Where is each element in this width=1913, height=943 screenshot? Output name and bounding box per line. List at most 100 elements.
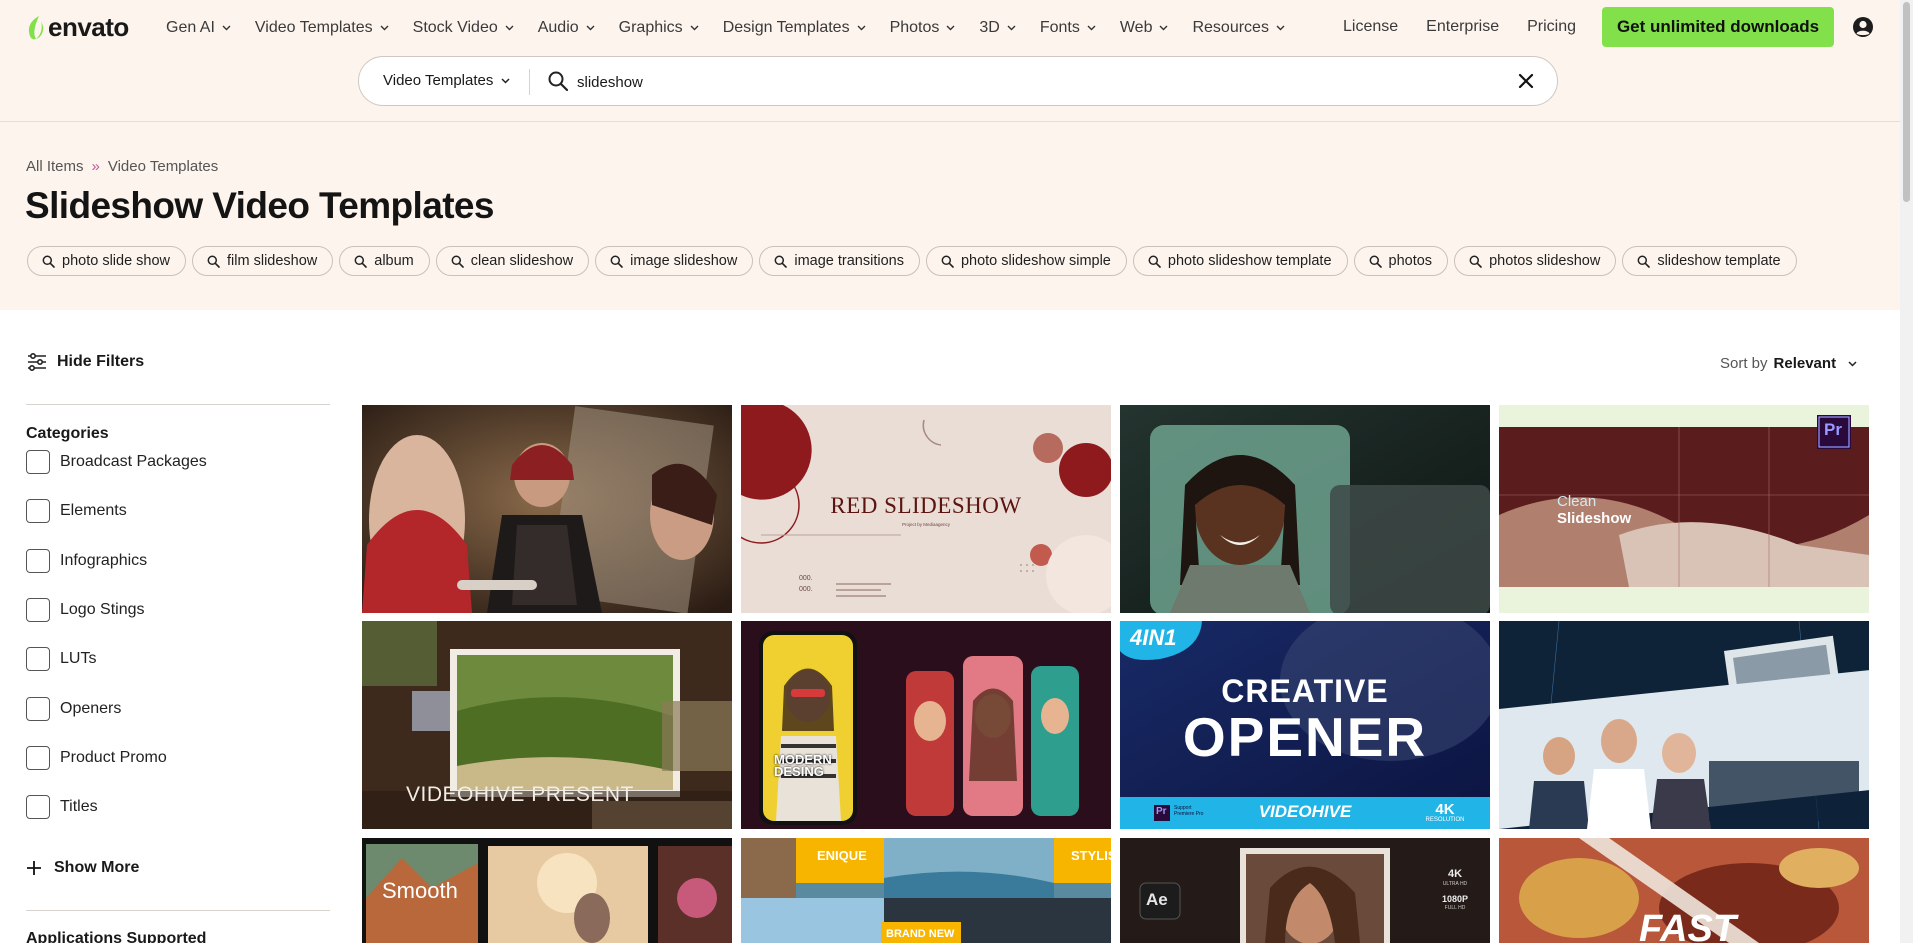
envato-leaf-icon <box>28 15 44 39</box>
category-filter-titles[interactable]: Titles <box>26 795 98 820</box>
nav-item-design-templates[interactable]: Design Templates <box>723 18 866 38</box>
breadcrumb-all-items[interactable]: All Items <box>26 158 84 175</box>
nav-item-graphics[interactable]: Graphics <box>619 18 699 38</box>
related-search-tag[interactable]: photos <box>1353 246 1449 276</box>
chevron-down-icon <box>1007 25 1016 31</box>
item-thumbnail[interactable]: Pr Clean Slideshow <box>1499 405 1869 613</box>
search-icon <box>207 255 220 268</box>
category-filter-product-promo[interactable]: Product Promo <box>26 745 167 770</box>
category-filter-luts[interactable]: LUTs <box>26 647 96 672</box>
category-checkbox[interactable] <box>26 795 50 820</box>
thumbnail-image <box>1120 405 1490 613</box>
nav-item-fonts[interactable]: Fonts <box>1040 18 1096 38</box>
category-checkbox[interactable] <box>26 745 50 770</box>
search-category-dropdown[interactable]: Video Templates <box>383 72 510 89</box>
category-checkbox[interactable] <box>26 499 50 524</box>
thumbnail-title: Smooth <box>382 878 458 903</box>
thumbnail-number: 000. <box>799 586 813 593</box>
item-thumbnail[interactable]: RED SLIDESHOW Project by Mediaagency 000… <box>741 405 1111 613</box>
thumbnail-subtitle: DESING <box>774 764 824 779</box>
item-thumbnail[interactable] <box>1499 621 1869 829</box>
nav-item-gen-ai[interactable]: Gen AI <box>166 18 231 38</box>
nav-item-video-templates[interactable]: Video Templates <box>255 18 389 38</box>
thumbnail-resolution-label: ULTRA HD <box>1442 881 1468 887</box>
category-filter-elements[interactable]: Elements <box>26 499 127 524</box>
category-checkbox[interactable] <box>26 696 50 721</box>
nav-item-3d[interactable]: 3D <box>979 18 1016 38</box>
hide-filters-label: Hide Filters <box>57 353 145 370</box>
category-checkbox[interactable] <box>26 450 50 474</box>
item-thumbnail[interactable]: VIDEOHIVE PRESENT <box>362 621 732 829</box>
sort-label: Sort by <box>1720 355 1768 372</box>
item-thumbnail[interactable] <box>362 405 732 613</box>
thumbnail-resolution-label: FULL HD <box>1444 905 1466 911</box>
item-thumbnail[interactable]: ENIQUE STYLIS BRAND NEW <box>741 838 1111 943</box>
pricing-link[interactable]: Pricing <box>1527 18 1576 36</box>
sort-dropdown[interactable]: Sort by Relevant <box>1720 355 1857 372</box>
close-icon[interactable] <box>1517 72 1535 90</box>
category-checkbox[interactable] <box>26 548 50 573</box>
envato-logo[interactable]: envato <box>26 12 129 43</box>
category-filter-openers[interactable]: Openers <box>26 696 121 721</box>
related-search-tag[interactable]: slideshow template <box>1622 246 1797 276</box>
nav-item-audio[interactable]: Audio <box>538 18 595 38</box>
filter-sliders-icon <box>28 353 46 371</box>
item-thumbnail[interactable]: FAST <box>1499 838 1869 943</box>
search-input[interactable] <box>577 69 1477 95</box>
enterprise-link[interactable]: Enterprise <box>1426 18 1499 36</box>
related-search-tag[interactable]: photo slide show <box>27 246 187 276</box>
chevron-down-icon <box>690 25 699 31</box>
related-search-label: photos <box>1388 253 1433 269</box>
related-search-tag[interactable]: film slideshow <box>192 246 334 276</box>
category-filter-logo-stings[interactable]: Logo Stings <box>26 597 145 622</box>
chevron-down-icon <box>946 25 955 31</box>
nav-item-label: Audio <box>537 19 579 36</box>
item-thumbnail[interactable] <box>1120 405 1490 613</box>
related-search-label: photo slideshow template <box>1167 253 1332 269</box>
related-search-label: image transitions <box>794 253 904 269</box>
item-thumbnail[interactable]: MODERN DESING <box>741 621 1111 829</box>
nav-item-photos[interactable]: Photos <box>890 18 956 38</box>
main-nav: Gen AI Video Templates Stock Video Audio Gra… <box>166 18 1309 38</box>
thumbnail-subtitle: OPENER <box>1182 706 1428 768</box>
item-thumbnail[interactable]: 4IN1 CREATIVE OPENER Pr Support Premiere… <box>1120 621 1490 829</box>
related-search-tag[interactable]: photo slideshow template <box>1132 246 1348 276</box>
related-search-tag[interactable]: photos slideshow <box>1454 246 1617 276</box>
related-search-label: photos slideshow <box>1489 253 1601 269</box>
related-search-tag[interactable]: image transitions <box>759 246 920 276</box>
nav-item-stock-video[interactable]: Stock Video <box>413 18 514 38</box>
related-search-tag[interactable]: photo slideshow simple <box>925 246 1127 276</box>
scrollbar-thumb[interactable] <box>1903 2 1910 202</box>
hide-filters-button[interactable]: Hide Filters <box>27 353 144 371</box>
thumbnail-subtitle: Slideshow <box>1557 510 1632 527</box>
related-search-label: slideshow template <box>1657 253 1781 269</box>
chevron-down-icon <box>1848 360 1857 367</box>
category-label: Logo Stings <box>60 600 145 618</box>
category-checkbox[interactable] <box>26 647 50 672</box>
item-thumbnail[interactable]: Ae 4K ULTRA HD 1080P FULL HD <box>1120 838 1490 943</box>
show-more-button[interactable]: Show More <box>26 859 139 877</box>
search-icon <box>354 255 368 268</box>
get-unlimited-downloads-button[interactable]: Get unlimited downloads <box>1602 7 1834 47</box>
item-thumbnail[interactable]: Smooth <box>362 838 732 943</box>
category-filter-infographics[interactable]: Infographics <box>26 548 147 573</box>
page-scrollbar[interactable] <box>1900 0 1913 943</box>
premiere-pro-badge: Pr <box>1824 420 1842 439</box>
thumbnail-subtitle: STYLIS <box>1071 848 1111 863</box>
search-bar: Video Templates <box>358 56 1558 106</box>
nav-item-label: 3D <box>979 19 1000 36</box>
sidebar-divider <box>26 910 330 911</box>
nav-item-resources[interactable]: Resources <box>1192 18 1285 38</box>
category-filter-broadcast-packages[interactable]: Broadcast Packages <box>26 450 207 474</box>
breadcrumb-video-templates[interactable]: Video Templates <box>108 158 218 175</box>
thumbnail-tagline: BRAND NEW <box>886 928 955 940</box>
related-search-tag[interactable]: album <box>339 246 430 276</box>
breadcrumb-separator: » <box>91 158 100 175</box>
related-search-tag[interactable]: image slideshow <box>595 246 754 276</box>
related-search-tag[interactable]: clean slideshow <box>435 246 590 276</box>
account-icon[interactable] <box>1852 16 1874 38</box>
show-more-label: Show More <box>54 859 140 876</box>
nav-item-web[interactable]: Web <box>1120 18 1169 38</box>
category-checkbox[interactable] <box>26 597 50 622</box>
license-link[interactable]: License <box>1343 18 1398 36</box>
